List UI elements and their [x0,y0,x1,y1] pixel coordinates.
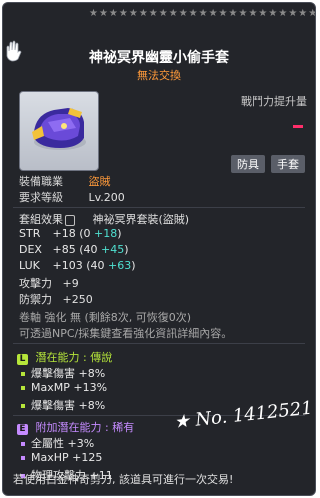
tag-gloves: 手套 [271,155,305,173]
potential-line-text: 爆擊傷害 +8% [31,399,106,412]
divider-2 [13,343,305,344]
defense-value: +250 [62,293,93,306]
tag-armor: 防具 [231,155,265,173]
glove-icon [32,108,86,150]
bullet-icon [21,386,25,390]
scroll-upgrade-line: 卷軸 強化 無 (剩餘8次, 可恢復0次) [19,311,192,324]
defense-label: 防禦力 [19,293,52,306]
scissors-trade-note: 若使用白金神奇剪刀, 該道具可進行一次交易! [13,473,234,486]
potential-line-text: MaxMP +13% [31,381,108,394]
stat-close: ) [117,227,122,240]
signature-text: ★ No. 1412521 [173,398,311,433]
star-group-5: ★★★★★ [288,8,315,19]
level-value: Lv.200 [88,191,125,204]
stat-name: STR [19,227,41,240]
item-tooltip: ★★★★★ ★★★★★ ★★★★★ ★★★★★ ★★★★★ 神祕冥界幽靈小偷手套… [2,2,316,496]
level-row: 要求等級 Lv.200 [19,189,125,205]
job-row: 裝備職業 盜賊 [19,173,111,189]
stat-row-dex: DEX +85 (40 +45) [19,243,129,256]
stat-total: +18 [52,227,76,240]
additional-line-text: 全屬性 +3% [31,437,95,450]
set-lock-icon [65,214,75,226]
additional-potential-colon: : [105,421,109,434]
stat-name: DEX [19,243,42,256]
additional-potential-grade: 稀有 [112,421,135,434]
stat-close: ) [124,243,129,256]
potential-line: MaxMP +13% [21,381,107,394]
potential-header: L 潛在能力 : 傳說 [17,349,112,365]
divider-1 [13,207,305,208]
stat-base: (40 [86,259,105,272]
untradeable-label: 無法交換 [137,69,181,82]
stat-row-str: STR +18 (0 +18) [19,227,122,240]
stat-base: (40 [79,243,98,256]
stat-bonus: +45 [101,243,125,256]
bullet-icon [21,456,25,460]
stat-total: +103 [52,259,83,272]
potential-legendary-icon: L [17,354,28,365]
set-effect-label: 套組效果 [19,213,63,226]
potential-grade: 傳說 [90,351,113,364]
job-value: 盜賊 [88,175,111,188]
attack-label: 攻擊力 [19,277,52,290]
handwritten-serial-signature: ★ No. 1412521 [173,398,311,433]
star-group-3: ★★★★★ [188,8,239,19]
additional-line-text: MaxHP +125 [31,451,103,464]
attack-value: +9 [62,277,79,290]
additional-potential-rare-icon: E [17,424,28,435]
stat-row-luk: LUK +103 (40 +63) [19,259,136,272]
stat-close: ) [131,259,136,272]
bullet-icon [21,372,25,376]
item-name: 神祕冥界幽靈小偷手套 [89,50,229,66]
stat-total: +85 [52,243,76,256]
potential-line-text: 爆擊傷害 +8% [31,367,106,380]
stat-name: LUK [19,259,40,272]
power-increase-label: 戰鬥力提升量 [241,95,307,108]
bullet-icon [21,404,25,408]
item-icon-frame [19,91,99,171]
level-label: 要求等級 [19,191,63,204]
star-group-2: ★★★★★ [138,8,189,19]
additional-potential-line: MaxHP +125 [21,451,102,464]
power-increase-indicator [293,125,303,128]
star-group-4: ★★★★★ [238,8,289,19]
star-force-row: ★★★★★ ★★★★★ ★★★★★ ★★★★★ ★★★★★ [89,8,315,19]
potential-line: 爆擊傷害 +8% [21,365,105,381]
npc-info-line: 可透過NPC/採集鍵查看強化資訊詳細內容。 [19,327,233,340]
stat-bonus: +18 [94,227,118,240]
set-effect-row: 套組效果 神祕冥界套裝(盜賊) [19,211,189,227]
additional-potential-line: 全屬性 +3% [21,435,94,451]
star-group-1: ★★★★★ [89,8,139,19]
set-effect-value: 神祕冥界套裝(盜賊) [92,213,190,226]
attack-row: 攻擊力 +9 [19,275,79,291]
potential-colon: : [83,351,87,364]
stat-bonus: +63 [108,259,132,272]
stat-base: (0 [79,227,91,240]
defense-row: 防禦力 +250 [19,291,93,307]
additional-potential-label: 附加潛在能力 [35,421,102,434]
job-label: 裝備職業 [19,175,63,188]
item-category-tags: 防具 手套 [231,155,305,173]
potential-line: 爆擊傷害 +8% [21,397,105,413]
additional-potential-header: E 附加潛在能力 : 稀有 [17,419,134,435]
potential-label: 潛在能力 [35,351,80,364]
bullet-icon [21,442,25,446]
